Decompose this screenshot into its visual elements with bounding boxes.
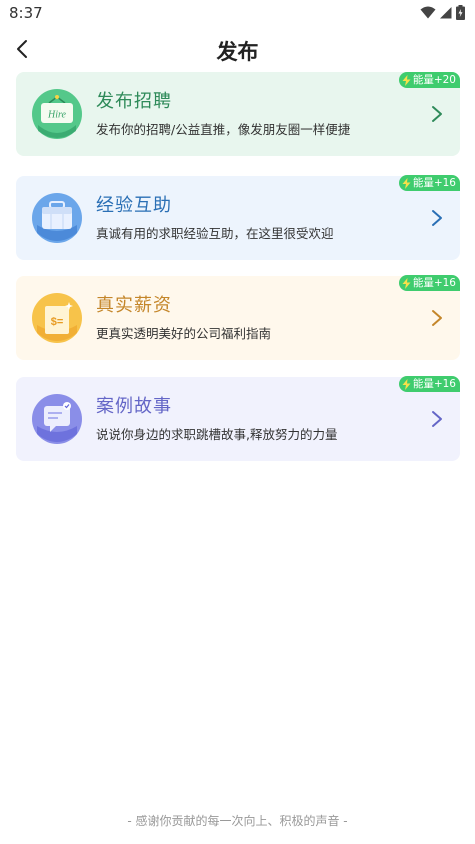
card-desc: 更真实透明美好的公司福利指南 <box>96 326 272 341</box>
energy-badge-text: 能量+16 <box>412 378 456 390</box>
status-bar: 8:37 <box>0 0 475 26</box>
energy-badge: 能量+16 <box>398 376 460 392</box>
energy-badge: 能量+16 <box>398 275 460 291</box>
card-experience[interactable]: 经验互助 真诚有用的求职经验互助，在这里很受欢迎 能量+16 <box>16 175 460 260</box>
hire-sign-icon: Hire <box>32 89 82 139</box>
status-time: 8:37 <box>9 4 43 22</box>
chevron-right-icon <box>432 310 442 326</box>
battery-icon <box>456 5 465 20</box>
energy-badge: 能量+20 <box>398 72 460 88</box>
card-desc: 发布你的招聘/公益直推，像发朋友圈一样便捷 <box>96 122 351 137</box>
card-story[interactable]: 案例故事 说说你身边的求职跳槽故事,释放努力的力量 能量+16 <box>16 376 460 461</box>
energy-badge-text: 能量+16 <box>412 277 456 289</box>
story-chat-icon <box>32 394 82 444</box>
signal-icon <box>440 7 452 19</box>
chevron-right-icon <box>432 106 442 122</box>
bolt-icon <box>402 277 411 289</box>
card-title: 经验互助 <box>96 195 172 216</box>
card-salary[interactable]: $= 真实薪资 更真实透明美好的公司福利指南 能量+16 <box>16 275 460 360</box>
page-title: 发布 <box>216 40 259 64</box>
wifi-icon <box>420 6 436 19</box>
header: 发布 <box>0 30 475 70</box>
salary-slip-icon: $= <box>32 293 82 343</box>
status-icons <box>420 5 465 20</box>
salary-icon-text: $= <box>51 316 64 328</box>
bolt-icon <box>402 177 411 189</box>
bolt-icon <box>402 74 411 86</box>
energy-badge-text: 能量+16 <box>412 177 456 189</box>
card-desc: 说说你身边的求职跳槽故事,释放努力的力量 <box>96 427 338 442</box>
card-title: 案例故事 <box>96 396 172 417</box>
chevron-right-icon <box>432 210 442 226</box>
publish-page: 8:37 发布 Hire 发布招聘 发布你的招聘/公益直推，像发朋友圈一样便捷 … <box>0 0 475 844</box>
card-recruit[interactable]: Hire 发布招聘 发布你的招聘/公益直推，像发朋友圈一样便捷 能量+20 <box>16 72 460 156</box>
card-title: 真实薪资 <box>96 295 172 316</box>
footer-note: - 感谢你贡献的每一次向上、积极的声音 - <box>127 814 348 828</box>
card-title: 发布招聘 <box>96 91 172 112</box>
energy-badge: 能量+16 <box>398 175 460 191</box>
energy-badge-text: 能量+20 <box>412 74 456 86</box>
card-desc: 真诚有用的求职经验互助，在这里很受欢迎 <box>96 226 334 241</box>
bolt-icon <box>402 378 411 390</box>
chevron-right-icon <box>432 411 442 427</box>
briefcase-icon <box>32 193 82 243</box>
hire-icon-text: Hire <box>47 110 67 121</box>
